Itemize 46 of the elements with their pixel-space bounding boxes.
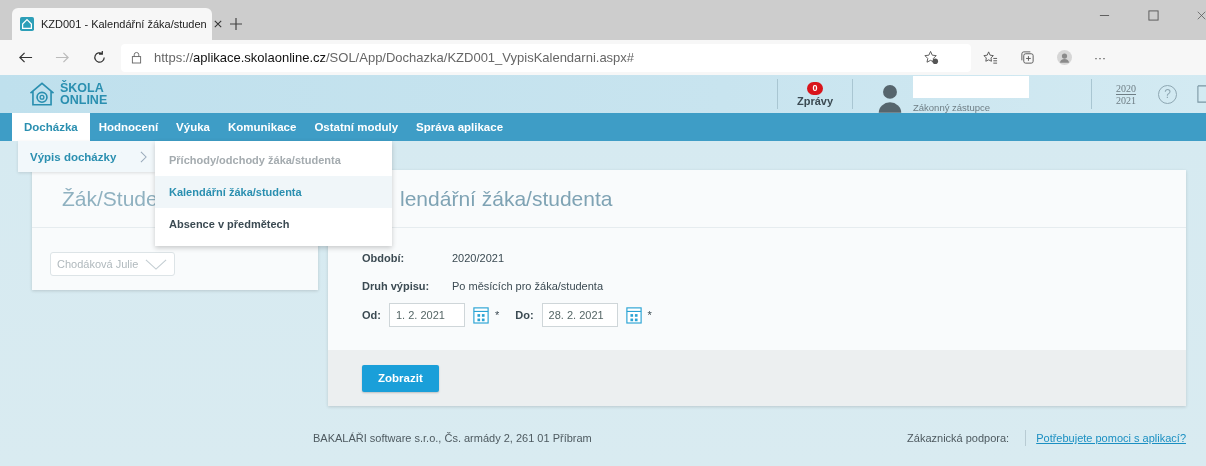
new-tab-icon[interactable]: [230, 18, 242, 30]
star-add-icon[interactable]: [924, 50, 939, 65]
close-icon[interactable]: [213, 20, 222, 28]
messages-button[interactable]: 0 Zprávy: [778, 81, 852, 107]
field-value: Po měsících pro žáka/studenta: [452, 280, 604, 292]
date-field[interactable]: 28. 2. 2021: [541, 303, 618, 327]
field-label: Období:: [362, 252, 406, 264]
date-label: Do:: [515, 309, 534, 321]
field-value: 2020/2021: [452, 252, 504, 264]
logo[interactable]: ŠKOLA ONLINE: [28, 81, 108, 107]
required-mark: *: [647, 309, 652, 321]
card-title: lendářní žáka/studenta: [399, 186, 613, 211]
collections-icon[interactable]: [1020, 50, 1035, 65]
date-label: Od:: [362, 309, 381, 321]
support-label: Zákaznická podpora:: [907, 432, 1010, 444]
house-icon: [20, 17, 34, 31]
show-button[interactable]: Zobrazit: [362, 364, 439, 392]
nav-tab[interactable]: Komunikace: [219, 113, 306, 141]
user-role: Zákonný zástupce: [913, 101, 992, 113]
card-title: Žák/Stude: [62, 186, 158, 211]
reload-icon[interactable]: [92, 50, 107, 65]
nav-tab[interactable]: Správa aplikace: [407, 113, 513, 141]
calendar-icon[interactable]: [625, 306, 642, 324]
menu-item[interactable]: Kalendářní žáka/studenta: [155, 176, 392, 208]
student-select[interactable]: Chodáková Julie: [50, 252, 176, 276]
more-button[interactable]: ···: [1094, 50, 1106, 65]
nav-tab[interactable]: Hodnocení: [89, 113, 168, 141]
company-address: BAKALÁŘI software s.r.o., Čs. armády 2, 261 01 Příbram: [313, 432, 592, 444]
calendar-icon[interactable]: [472, 306, 489, 324]
required-mark: *: [494, 309, 500, 321]
back-icon[interactable]: [18, 50, 33, 65]
profile-icon[interactable]: [1057, 50, 1072, 65]
nav-tab[interactable]: Ostatní moduly: [305, 113, 408, 141]
menu-item[interactable]: Absence v předmětech: [155, 208, 392, 240]
user-avatar-icon[interactable]: [877, 83, 903, 113]
submenu-item[interactable]: Výpis docházky: [18, 141, 155, 172]
date-field[interactable]: 1. 2. 2021: [388, 303, 465, 327]
lock-icon[interactable]: [131, 51, 142, 64]
support-link[interactable]: Potřebujete pomoci s aplikací?: [1036, 432, 1186, 444]
nav-tab[interactable]: Výuka: [167, 113, 219, 141]
chevron-right-icon: [140, 150, 147, 163]
favorites-icon[interactable]: [983, 50, 998, 65]
maximize-icon[interactable]: [1148, 10, 1159, 21]
school-year-button[interactable]: 2020 2021: [1116, 82, 1136, 106]
nav-tab[interactable]: Docházka: [12, 113, 90, 141]
field-label: Druh výpisu:: [362, 280, 431, 292]
